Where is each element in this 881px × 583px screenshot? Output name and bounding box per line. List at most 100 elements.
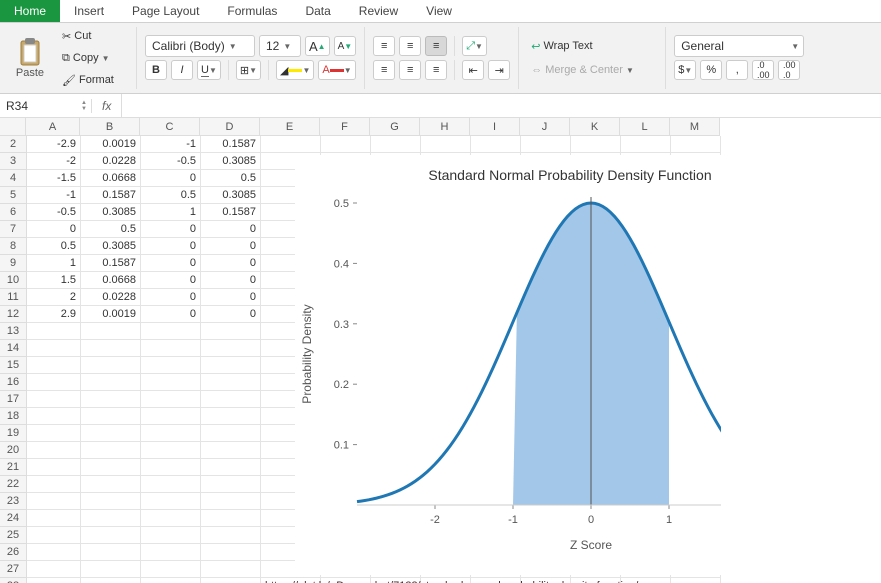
cell-D16[interactable]: [201, 374, 261, 391]
tab-page-layout[interactable]: Page Layout: [118, 0, 213, 22]
cell-B12[interactable]: 0.0019: [81, 306, 141, 323]
currency-button[interactable]: $▼: [674, 60, 696, 80]
cell-A20[interactable]: [27, 442, 81, 459]
cell-C10[interactable]: 0: [141, 272, 201, 289]
row-header-25[interactable]: 25: [0, 527, 26, 544]
cell-C26[interactable]: [141, 544, 201, 561]
cell-D27[interactable]: [201, 561, 261, 578]
column-header-F[interactable]: F: [320, 118, 370, 135]
cell-C12[interactable]: 0: [141, 306, 201, 323]
cell-B21[interactable]: [81, 459, 141, 476]
paste-button[interactable]: Paste: [8, 28, 52, 88]
column-header-E[interactable]: E: [260, 118, 320, 135]
cell-B17[interactable]: [81, 391, 141, 408]
percent-button[interactable]: %: [700, 60, 722, 80]
cell-M2[interactable]: [671, 136, 721, 153]
increase-decimal-button[interactable]: .0.00: [752, 60, 774, 80]
cell-D6[interactable]: 0.1587: [201, 204, 261, 221]
cell-A26[interactable]: [27, 544, 81, 561]
cell-C19[interactable]: [141, 425, 201, 442]
row-header-17[interactable]: 17: [0, 391, 26, 408]
cell-D22[interactable]: [201, 476, 261, 493]
chart-object[interactable]: Standard Normal Probability Density Func…: [295, 155, 721, 575]
cell-J2[interactable]: [521, 136, 571, 153]
cut-button[interactable]: ✂ Cut: [58, 26, 128, 46]
cell-D2[interactable]: 0.1587: [201, 136, 261, 153]
cell-I2[interactable]: [471, 136, 521, 153]
cell-D10[interactable]: 0: [201, 272, 261, 289]
tab-review[interactable]: Review: [345, 0, 412, 22]
row-header-21[interactable]: 21: [0, 459, 26, 476]
cell-C15[interactable]: [141, 357, 201, 374]
cell-B4[interactable]: 0.0668: [81, 170, 141, 187]
cell-A5[interactable]: -1: [27, 187, 81, 204]
cell-B8[interactable]: 0.3085: [81, 238, 141, 255]
cell-D18[interactable]: [201, 408, 261, 425]
cell-B9[interactable]: 0.1587: [81, 255, 141, 272]
cell-C11[interactable]: 0: [141, 289, 201, 306]
cell-C2[interactable]: -1: [141, 136, 201, 153]
cell-F2[interactable]: [321, 136, 371, 153]
cell-B3[interactable]: 0.0228: [81, 153, 141, 170]
cell-D11[interactable]: 0: [201, 289, 261, 306]
cell-B16[interactable]: [81, 374, 141, 391]
cell-C23[interactable]: [141, 493, 201, 510]
cell-A27[interactable]: [27, 561, 81, 578]
column-header-J[interactable]: J: [520, 118, 570, 135]
cell-C6[interactable]: 1: [141, 204, 201, 221]
row-header-7[interactable]: 7: [0, 221, 26, 238]
merge-center-button[interactable]: ⇔ Merge & Center ▼: [527, 60, 657, 80]
row-header-12[interactable]: 12: [0, 306, 26, 323]
cell-C18[interactable]: [141, 408, 201, 425]
cell-B23[interactable]: [81, 493, 141, 510]
cell-D26[interactable]: [201, 544, 261, 561]
cell-K2[interactable]: [571, 136, 621, 153]
format-painter-button[interactable]: 🖌 Format: [58, 70, 128, 90]
cell-C14[interactable]: [141, 340, 201, 357]
cell-D25[interactable]: [201, 527, 261, 544]
cell-A13[interactable]: [27, 323, 81, 340]
cell-C22[interactable]: [141, 476, 201, 493]
cell-B10[interactable]: 0.0668: [81, 272, 141, 289]
copy-button[interactable]: ⧉ Copy ▼: [58, 48, 128, 68]
tab-formulas[interactable]: Formulas: [213, 0, 291, 22]
cell-B24[interactable]: [81, 510, 141, 527]
orientation-button[interactable]: ⤢▼: [462, 36, 487, 56]
decrease-indent-button[interactable]: ⇤: [462, 60, 484, 80]
cell-D20[interactable]: [201, 442, 261, 459]
cell-C13[interactable]: [141, 323, 201, 340]
select-all-corner[interactable]: [0, 118, 26, 136]
tab-view[interactable]: View: [412, 0, 466, 22]
column-header-K[interactable]: K: [570, 118, 620, 135]
name-box[interactable]: R34 ▲▼: [0, 99, 92, 113]
align-center-button[interactable]: ≡: [399, 60, 421, 80]
row-header-4[interactable]: 4: [0, 170, 26, 187]
cell-A7[interactable]: 0: [27, 221, 81, 238]
column-header-D[interactable]: D: [200, 118, 260, 135]
column-header-M[interactable]: M: [670, 118, 720, 135]
italic-button[interactable]: I: [171, 60, 193, 80]
row-header-10[interactable]: 10: [0, 272, 26, 289]
row-header-28[interactable]: 28: [0, 578, 26, 583]
cell-B28[interactable]: [81, 578, 141, 583]
column-header-I[interactable]: I: [470, 118, 520, 135]
cell-A24[interactable]: [27, 510, 81, 527]
cell-C20[interactable]: [141, 442, 201, 459]
number-format-dropdown[interactable]: General▼: [674, 35, 804, 57]
cell-C25[interactable]: [141, 527, 201, 544]
cell-C24[interactable]: [141, 510, 201, 527]
cell-C5[interactable]: 0.5: [141, 187, 201, 204]
formula-input[interactable]: [122, 94, 881, 117]
row-header-23[interactable]: 23: [0, 493, 26, 510]
cell-A14[interactable]: [27, 340, 81, 357]
underline-button[interactable]: U▼: [197, 60, 221, 80]
align-bottom-button[interactable]: ≡: [425, 36, 447, 56]
row-header-20[interactable]: 20: [0, 442, 26, 459]
cell-D9[interactable]: 0: [201, 255, 261, 272]
cell-B7[interactable]: 0.5: [81, 221, 141, 238]
column-header-G[interactable]: G: [370, 118, 420, 135]
cell-A8[interactable]: 0.5: [27, 238, 81, 255]
cell-B22[interactable]: [81, 476, 141, 493]
align-middle-button[interactable]: ≡: [399, 36, 421, 56]
align-top-button[interactable]: ≡: [373, 36, 395, 56]
